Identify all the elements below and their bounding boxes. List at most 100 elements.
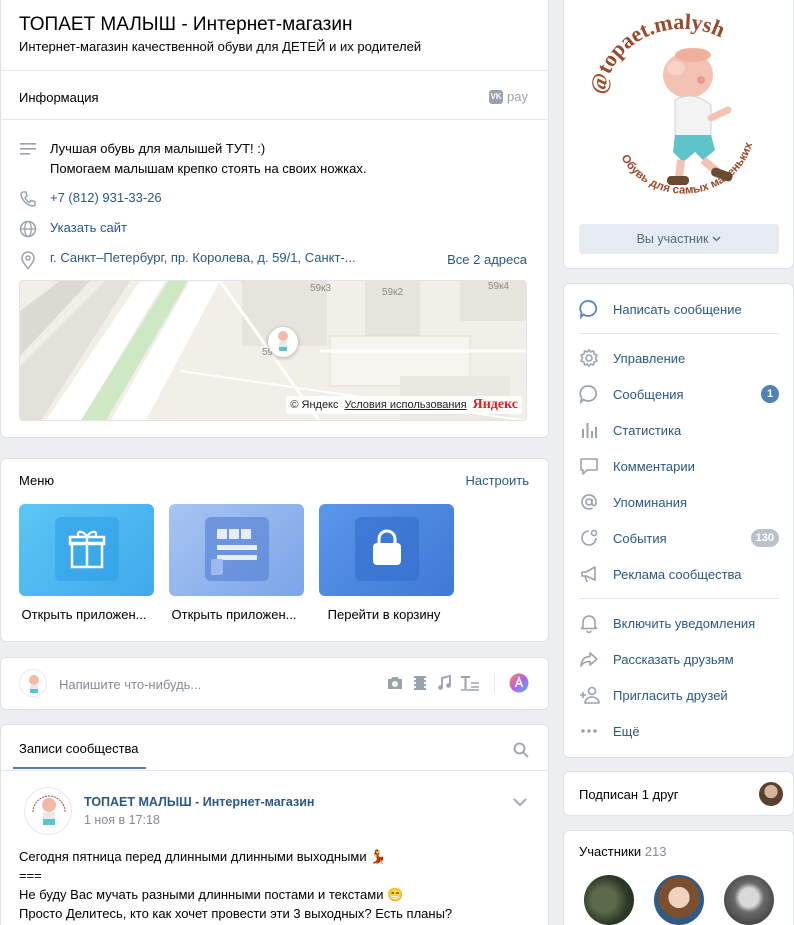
action-mentions[interactable]: Упоминания: [579, 492, 779, 512]
description-line: Помогаем малышам крепко стоять на своих …: [50, 161, 367, 176]
community-logo[interactable]: @topaet.malysh Обувь для самых маленьких: [583, 9, 778, 215]
action-label: Статистика: [613, 422, 682, 438]
composer-input[interactable]: Напишите что-нибудь...: [59, 677, 201, 692]
action-label: Написать сообщение: [613, 301, 742, 317]
menu-tile-app-2[interactable]: [169, 504, 304, 596]
action-label: Комментарии: [613, 458, 695, 474]
page-title: ТОПАЕТ МАЛЫШ - Интернет-магазин: [19, 14, 353, 35]
phone-icon: [19, 190, 39, 208]
globe-icon: [19, 220, 39, 238]
action-ads[interactable]: Реклама сообщества: [579, 564, 779, 584]
members-count: 213: [644, 844, 667, 859]
tools-divider: [494, 673, 495, 693]
subscribed-friends-card[interactable]: Подписан 1 друг: [563, 771, 794, 816]
post-composer: Напишите что-нибудь...: [0, 657, 549, 710]
map-attribution: © Яндекс Условия использования Яндекс: [286, 396, 522, 414]
map-marker[interactable]: [268, 327, 298, 357]
member-avatar[interactable]: [584, 875, 634, 925]
chevron-down-icon[interactable]: [513, 798, 527, 807]
address-row: г. Санкт–Петербург, пр. Королева, д. 59/…: [19, 250, 356, 270]
action-manage[interactable]: Управление: [579, 348, 779, 368]
divider: [579, 333, 779, 334]
action-label: Ещё: [613, 723, 640, 739]
action-events[interactable]: События 130: [579, 528, 779, 548]
vkpay-label: pay: [507, 89, 528, 104]
vk-logo-icon: VK: [489, 89, 504, 104]
megaphone-icon: [579, 564, 601, 584]
map-copyright: © Яндекс: [290, 399, 339, 411]
more-icon: [579, 721, 601, 741]
menu-configure-link[interactable]: Настроить: [465, 473, 529, 488]
phone-link[interactable]: +7 (812) 931-33-26: [50, 190, 162, 205]
message-icon: [579, 299, 601, 319]
action-label: Пригласить друзей: [613, 687, 728, 703]
members-heading[interactable]: Участники 213: [579, 844, 666, 859]
action-statistics[interactable]: Статистика: [579, 420, 779, 440]
action-notifications[interactable]: Включить уведомления: [579, 613, 779, 633]
baby-logo-icon: [32, 795, 66, 825]
post-line: Не буду Вас мучать разными длинными пост…: [19, 887, 404, 902]
action-share[interactable]: Рассказать друзьям: [579, 649, 779, 669]
video-icon[interactable]: [412, 675, 428, 691]
action-write-message[interactable]: Написать сообщение: [579, 299, 779, 319]
stats-icon: [579, 420, 601, 440]
map-terms-link[interactable]: Условия использования: [345, 399, 467, 411]
action-more[interactable]: Ещё: [579, 721, 779, 741]
menu-tile-label[interactable]: Перейти в корзину: [309, 607, 459, 622]
share-icon: [579, 649, 601, 669]
poster-icon[interactable]: [509, 673, 529, 693]
menu-tile-cart[interactable]: [319, 504, 454, 596]
chevron-down-icon: [712, 236, 721, 242]
location-pin-icon: [19, 250, 39, 270]
friend-avatar[interactable]: [759, 782, 783, 806]
divider: [0, 70, 549, 71]
divider: [0, 770, 549, 771]
action-label: Включить уведомления: [613, 615, 756, 631]
page-subtitle: Интернет-магазин качественной обуви для …: [19, 39, 422, 54]
divider: [579, 598, 779, 599]
community-avatar-card: @topaet.malysh Обувь для самых маленьких…: [563, 0, 794, 269]
member-avatar[interactable]: [724, 875, 774, 925]
camera-icon[interactable]: [386, 675, 404, 691]
post-line: Сегодня пятница перед длинными длинными …: [19, 849, 387, 864]
member-avatar[interactable]: [654, 875, 704, 925]
phone-row: +7 (812) 931-33-26: [19, 190, 162, 208]
baby-logo-icon: [278, 331, 288, 351]
menu-card: Меню Настроить Открыть приложен... Откры…: [0, 458, 549, 642]
action-messages[interactable]: Сообщения 1: [579, 384, 779, 404]
address-link[interactable]: г. Санкт–Петербург, пр. Королева, д. 59/…: [50, 250, 356, 265]
music-icon[interactable]: [436, 675, 452, 691]
action-invite[interactable]: Пригласить друзей: [579, 685, 779, 705]
menu-tile-label[interactable]: Открыть приложен...: [9, 607, 159, 622]
mention-icon: [579, 492, 601, 512]
avatar: [19, 669, 47, 697]
post-author-link[interactable]: ТОПАЕТ МАЛЫШ - Интернет-магазин: [84, 795, 314, 809]
vkpay-button[interactable]: VK pay: [489, 89, 528, 104]
action-label: Управление: [613, 350, 686, 366]
tab-community-posts[interactable]: Записи сообщества: [19, 741, 139, 756]
description-line: Лучшая обувь для малышей ТУТ! :): [50, 141, 266, 156]
menu-title: Меню: [19, 473, 55, 488]
article-icon[interactable]: [460, 675, 480, 691]
yandex-map[interactable]: 59к3 59к2 59к4 59 © Яндекс Условия испол…: [19, 280, 527, 421]
divider: [0, 119, 549, 120]
menu-tile-app-1[interactable]: [19, 504, 154, 596]
post-timestamp[interactable]: 1 ноя в 17:18: [84, 813, 160, 827]
bell-icon: [579, 613, 601, 633]
action-label: Реклама сообщества: [613, 566, 742, 582]
community-header-card: ТОПАЕТ МАЛЫШ - Интернет-магазин Интернет…: [0, 0, 549, 438]
post-author-avatar[interactable]: [24, 787, 72, 835]
map-label: 59к3: [310, 283, 332, 294]
menu-tile-label[interactable]: Открыть приложен...: [159, 607, 309, 622]
action-label: Упоминания: [613, 494, 688, 510]
add-site-link[interactable]: Указать сайт: [50, 220, 127, 235]
all-addresses-link[interactable]: Все 2 адреса: [447, 252, 527, 267]
membership-button-label: Вы участник: [636, 232, 709, 246]
site-row: Указать сайт: [19, 220, 127, 238]
search-icon[interactable]: [513, 742, 529, 758]
friends-label: Подписан 1 друг: [579, 787, 679, 802]
post-line: Просто Делитесь, кто как хочет провести …: [19, 906, 453, 921]
action-comments[interactable]: Комментарии: [579, 456, 779, 476]
membership-button[interactable]: Вы участник: [579, 224, 779, 254]
members-label: Участники: [579, 844, 642, 859]
